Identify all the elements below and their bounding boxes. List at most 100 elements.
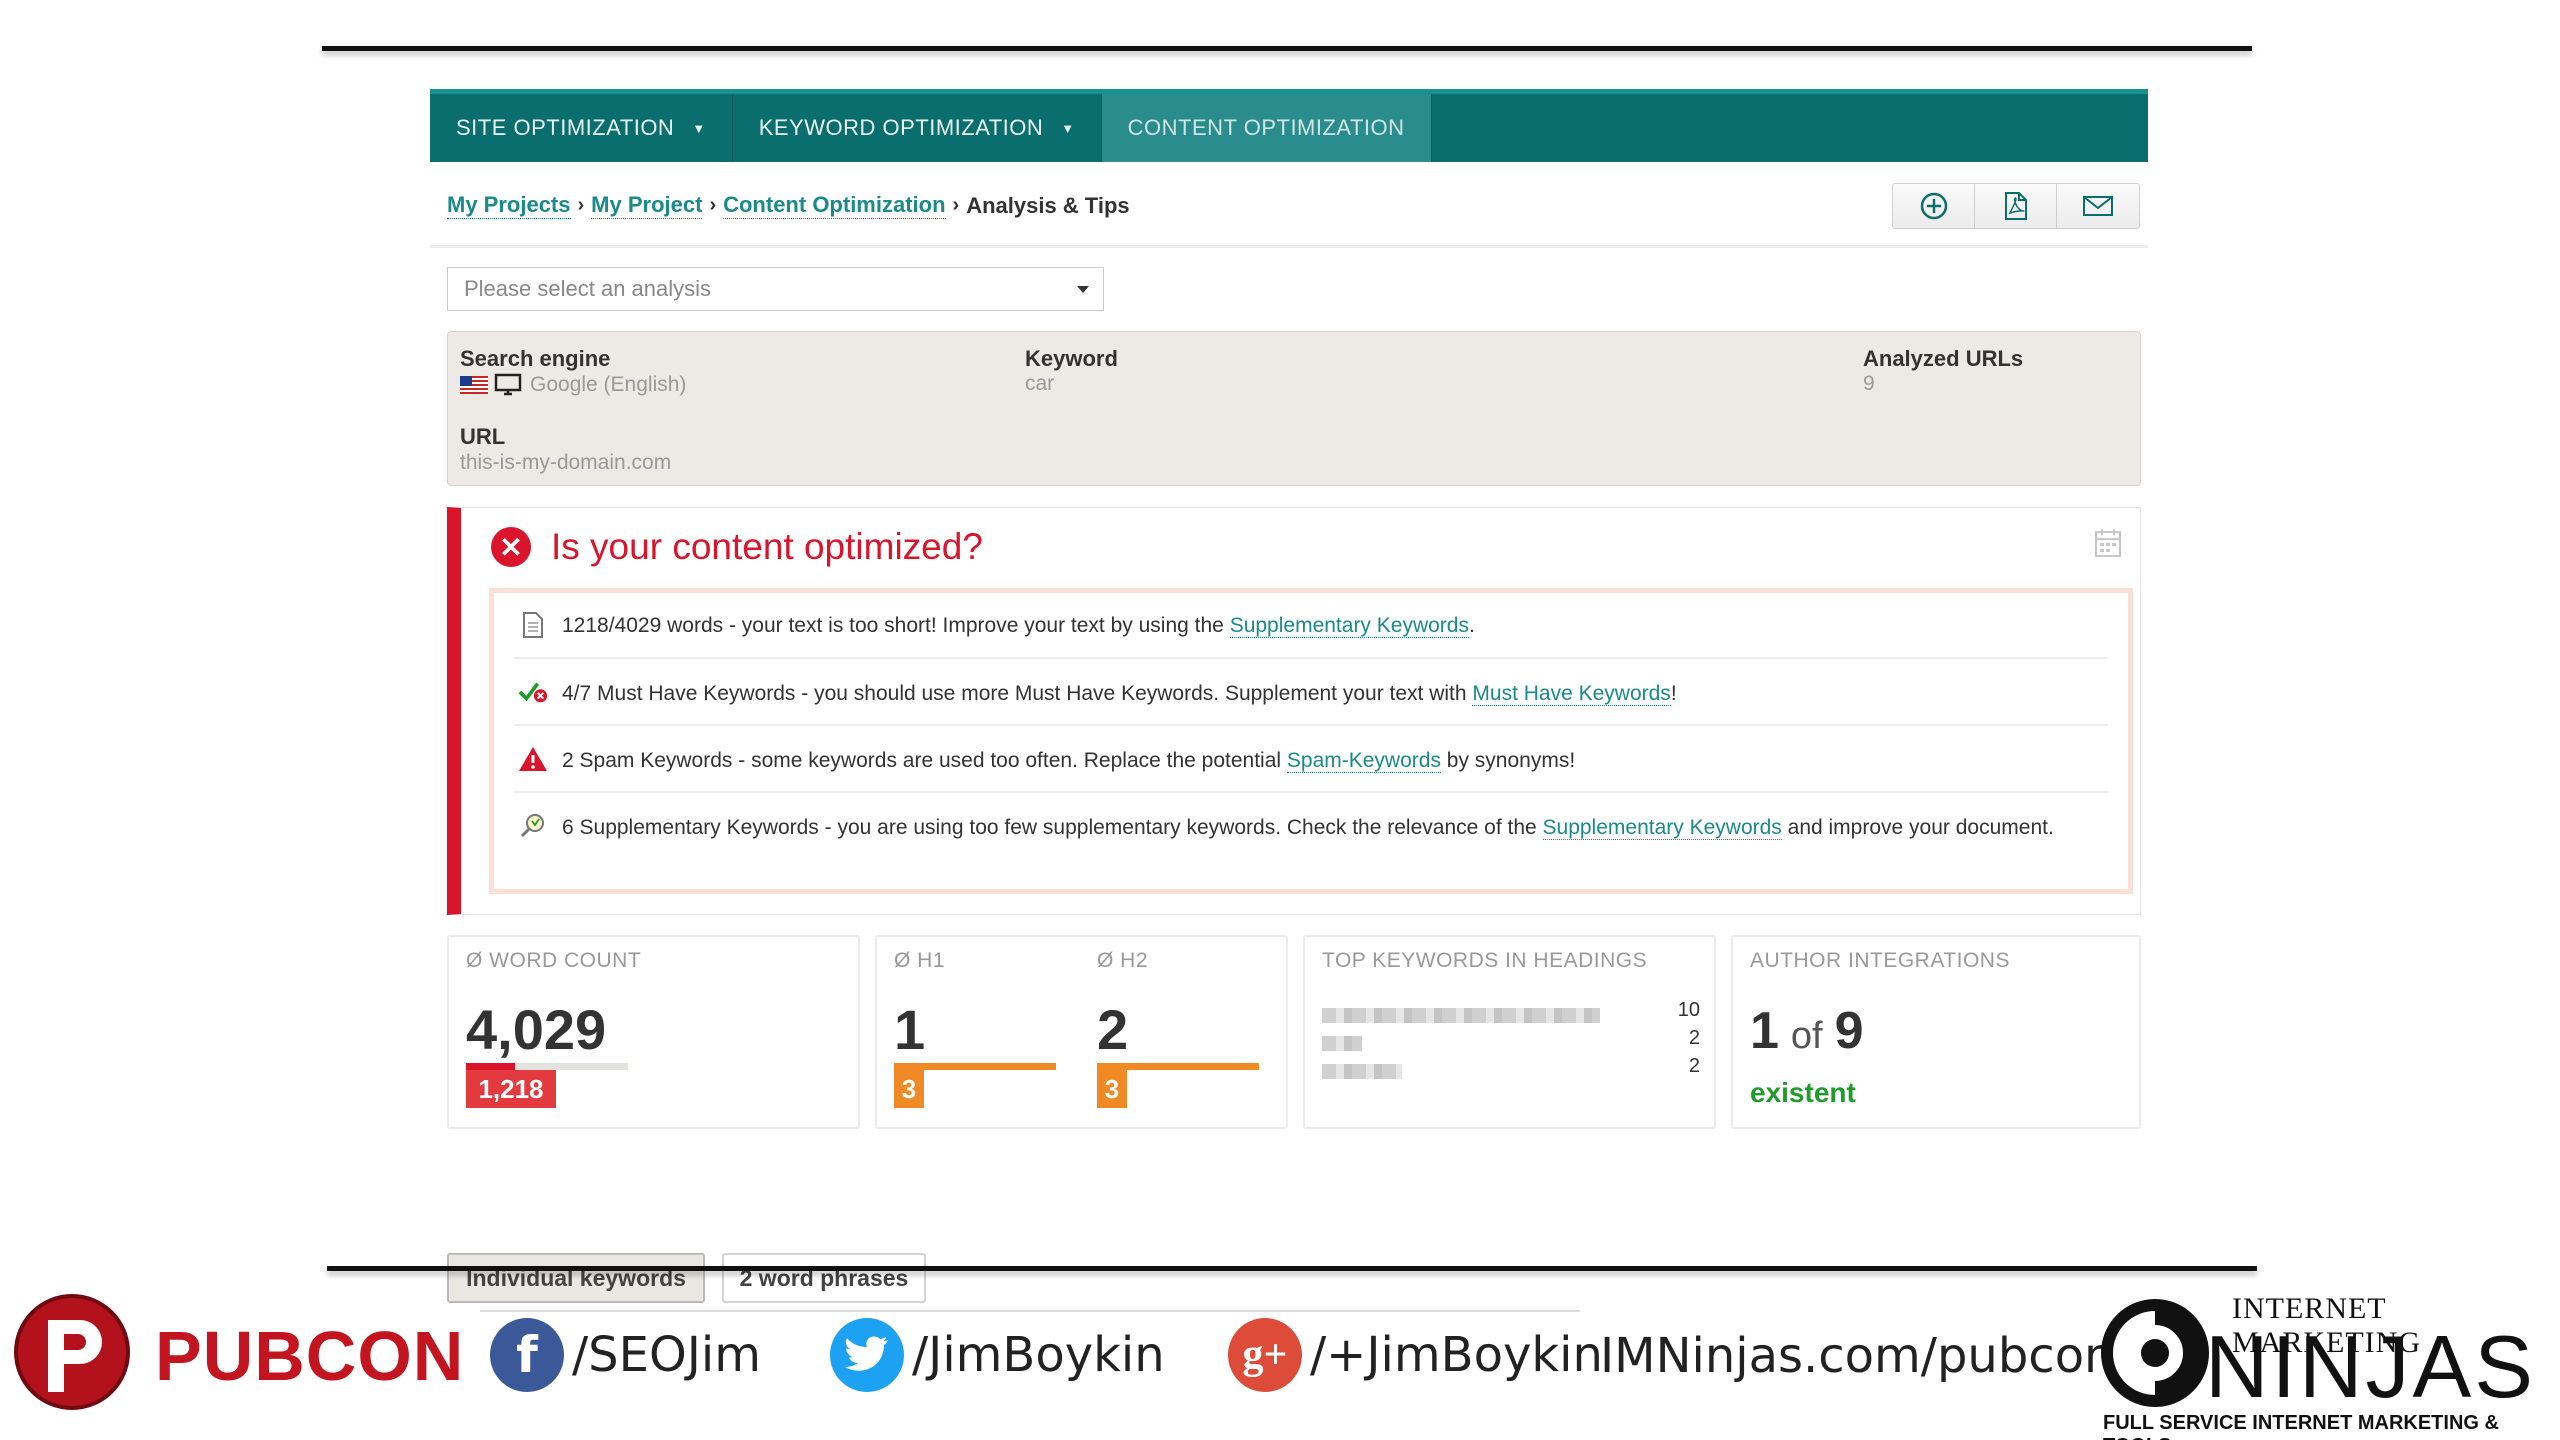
pubcon-logo-icon: [14, 1294, 130, 1410]
must-have-keywords-link[interactable]: Must Have Keywords: [1472, 682, 1671, 706]
url-label: URL: [460, 424, 506, 449]
us-flag-icon: [460, 376, 488, 394]
analyzed-urls-value: 9: [1863, 372, 1875, 395]
twitter-icon: [830, 1318, 904, 1392]
h2-value: 2: [1097, 998, 1129, 1061]
author-integrations-card: AUTHOR INTEGRATIONS 1 of 9 existent: [1731, 935, 2141, 1129]
blurred-keyword: [1322, 1063, 1402, 1079]
url-value: this-is-my-domain.com: [460, 451, 672, 474]
google-plus-icon: g+: [1228, 1318, 1302, 1392]
nav-label: KEYWORD OPTIMIZATION: [758, 115, 1044, 140]
calendar-icon[interactable]: [2094, 528, 2122, 558]
content-alert: ✕ Is your content optimized? 1218/4029 w…: [447, 507, 2141, 915]
facebook-handle[interactable]: f /SEOJim: [490, 1318, 761, 1392]
keyword-label: Keyword: [1025, 346, 1118, 371]
app-window: SITE OPTIMIZATION ▼ KEYWORD OPTIMIZATION…: [430, 89, 2148, 1303]
footer: PUBCON f /SEOJim /JimBoykin g+ /+JimBoyk…: [0, 1290, 2560, 1440]
tip-text-end: !: [1670, 682, 1677, 705]
keyword-row: [1322, 1035, 1362, 1051]
analyzed-urls-label: Analyzed URLs: [1863, 346, 2024, 371]
tip-text: 6 Supplementary Keywords - you are using…: [562, 816, 1543, 839]
tip-text: 4/7 Must Have Keywords - you should use …: [562, 682, 1473, 705]
my-h1-badge: 3: [894, 1070, 924, 1108]
breadcrumb-my-project[interactable]: My Project: [591, 192, 703, 219]
add-button[interactable]: [1893, 184, 1975, 228]
tip-must-have: 4/7 Must Have Keywords - you should use …: [514, 659, 2108, 726]
top-divider: [322, 46, 2252, 51]
desktop-icon: [494, 373, 522, 396]
nav-label: CONTENT OPTIMIZATION: [1127, 115, 1405, 140]
author-of: of: [1790, 1015, 1823, 1057]
tip-text-end: and improve your document.: [1781, 816, 2054, 839]
supplementary-keywords-link[interactable]: Supplementary Keywords: [1229, 614, 1469, 638]
breadcrumb-my-projects[interactable]: My Projects: [447, 192, 571, 219]
nav-content-optimization[interactable]: CONTENT OPTIMIZATION: [1101, 94, 1432, 162]
keyword-count: 2: [1688, 1055, 1700, 1077]
twitter-text: /JimBoykin: [912, 1327, 1165, 1383]
chevron-down-icon: [1077, 286, 1089, 293]
my-word-count-badge: 1,218: [466, 1070, 556, 1108]
author-total: 9: [1834, 1002, 1864, 1060]
facebook-text: /SEOJim: [572, 1327, 761, 1383]
author-status: existent: [1750, 1077, 1856, 1108]
breadcrumb-content-optimization[interactable]: Content Optimization: [723, 192, 946, 219]
error-icon: ✕: [491, 527, 531, 567]
top-keywords-card: TOP KEYWORDS IN HEADINGS 10 2 2: [1303, 935, 1716, 1129]
caret-down-icon: ▼: [692, 120, 706, 136]
ninjas-wordmark: NINJAS: [2205, 1317, 2536, 1416]
google-plus-text: /+JimBoykin: [1310, 1327, 1603, 1383]
search-engine-value: Google (English): [530, 373, 687, 396]
toolbar: [1892, 183, 2140, 229]
caret-down-icon: ▼: [1061, 120, 1075, 136]
supplementary-keywords-link-2[interactable]: Supplementary Keywords: [1542, 816, 1782, 840]
google-plus-handle[interactable]: g+ /+JimBoykin: [1228, 1318, 1603, 1392]
tip-text-end: .: [1468, 614, 1475, 637]
word-count-bar-fill: [466, 1063, 515, 1070]
breadcrumb-separator: ›: [952, 194, 960, 216]
pubcon-wordmark: PUBCON: [155, 1317, 465, 1395]
breadcrumb-bar: My Projects › My Project › Content Optim…: [430, 162, 2148, 248]
keyword-value: car: [1025, 372, 1055, 395]
nav-keyword-optimization[interactable]: KEYWORD OPTIMIZATION ▼: [733, 94, 1102, 162]
author-count-row: 1 of 9: [1750, 1001, 1864, 1061]
blurred-keyword: [1322, 1007, 1600, 1023]
nav-site-optimization[interactable]: SITE OPTIMIZATION ▼: [430, 94, 733, 162]
h1-bar-fill: [894, 1063, 1056, 1070]
author-count: 1: [1750, 1002, 1779, 1060]
pdf-icon: [2004, 192, 2027, 220]
footer-line: [480, 1310, 1580, 1312]
tip-text: 1218/4029 words - your text is too short…: [562, 614, 1230, 637]
analysis-info-panel: Search engine Google (English) Keyword c…: [447, 331, 2141, 486]
twitter-handle[interactable]: /JimBoykin: [830, 1318, 1165, 1392]
keyword-count: 10: [1677, 999, 1700, 1021]
add-circle-icon: [1920, 192, 1947, 220]
check-cross-icon: [518, 677, 548, 707]
tip-supplementary: 6 Supplementary Keywords - you are using…: [514, 793, 2108, 889]
spam-keywords-link[interactable]: Spam-Keywords: [1286, 749, 1441, 773]
email-button[interactable]: [2057, 184, 2139, 228]
h2-label: Ø H2: [1097, 949, 1149, 972]
breadcrumb: My Projects › My Project › Content Optim…: [447, 192, 1130, 219]
facebook-icon: f: [490, 1318, 564, 1392]
main-nav: SITE OPTIMIZATION ▼ KEYWORD OPTIMIZATION…: [430, 89, 2148, 162]
h1-label: Ø H1: [894, 949, 946, 972]
breadcrumb-separator: ›: [709, 194, 717, 216]
top-keywords-label: TOP KEYWORDS IN HEADINGS: [1322, 949, 1648, 972]
breadcrumb-separator: ›: [577, 194, 585, 216]
pdf-export-button[interactable]: [1975, 184, 2057, 228]
tip-text-end: by synonyms!: [1440, 749, 1576, 772]
word-count-card: Ø WORD COUNT 4,029 1,218: [447, 935, 860, 1129]
alert-title-text: Is your content optimized?: [551, 526, 983, 567]
my-h2-badge: 3: [1097, 1070, 1127, 1108]
search-engine-row: Google (English): [460, 373, 686, 397]
analysis-select-placeholder: Please select an analysis: [464, 276, 712, 301]
author-label: AUTHOR INTEGRATIONS: [1750, 949, 2010, 972]
analysis-select[interactable]: Please select an analysis: [447, 267, 1104, 311]
h1-value: 1: [894, 998, 926, 1061]
warning-icon: [518, 744, 548, 774]
document-icon: [518, 610, 548, 640]
magnifier-icon: [518, 811, 548, 841]
site-url[interactable]: IMNinjas.com/pubcon: [1600, 1328, 2114, 1384]
keyword-row: [1322, 1007, 1600, 1023]
h2-bar-fill: [1097, 1063, 1259, 1070]
